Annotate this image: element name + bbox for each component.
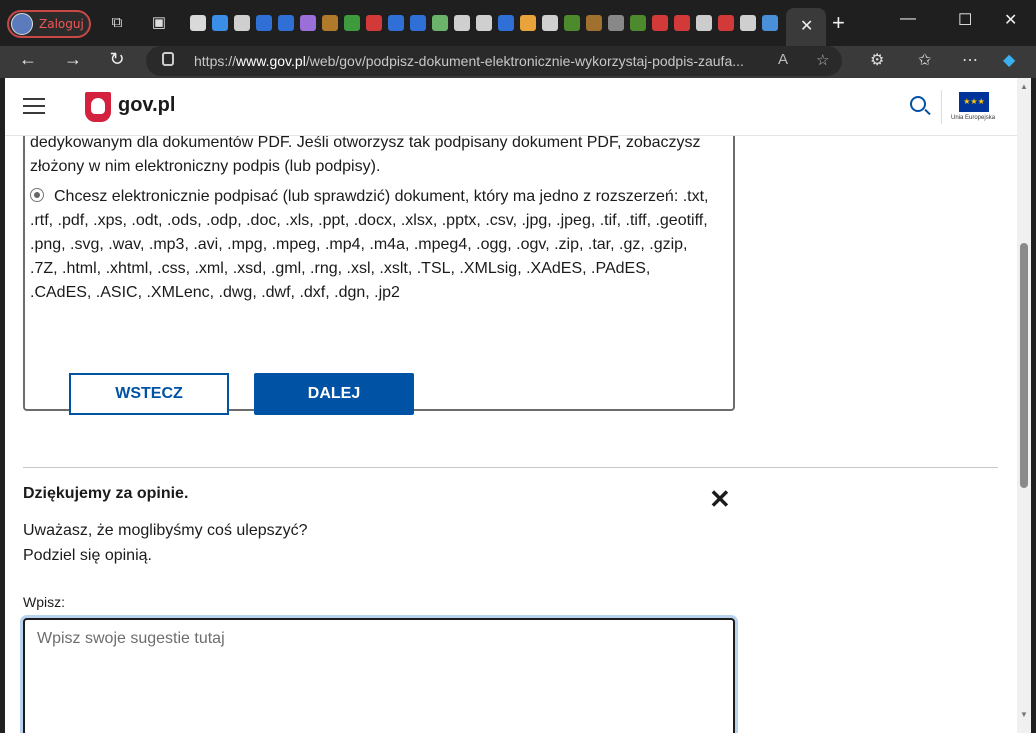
tab-favicon-icon[interactable] [740, 15, 756, 31]
close-window-icon[interactable]: ✕ [1004, 10, 1017, 30]
tab-favicon-icon[interactable] [718, 15, 734, 31]
address-bar[interactable]: https://www.gov.pl/web/gov/podpisz-dokum… [146, 46, 842, 76]
site-header: gov.pl ★★★ Unia Europejska [5, 78, 1017, 136]
tab-favicon-icon[interactable] [476, 15, 492, 31]
tab-favicon-icon[interactable] [608, 15, 624, 31]
favorite-star-icon[interactable]: ☆ [816, 51, 829, 69]
radio-button[interactable] [30, 188, 44, 202]
close-icon[interactable]: ✕ [709, 486, 731, 512]
avatar [11, 13, 33, 35]
tab-favicon-icon[interactable] [410, 15, 426, 31]
eu-label: Unia Europejska [951, 115, 996, 121]
tab-favicon-icon[interactable] [652, 15, 668, 31]
tab-favicon-icon[interactable] [542, 15, 558, 31]
copilot-icon[interactable]: ◆ [1003, 50, 1015, 70]
tab-favicon-icon[interactable] [344, 15, 360, 31]
radio-option-label: Chcesz elektronicznie podpisać (lub spra… [30, 188, 709, 301]
more-menu-icon[interactable]: ⋯ [962, 50, 978, 70]
extensions-icon[interactable]: ⚙ [870, 50, 884, 70]
browser-toolbar: ← → ↻ https://www.gov.pl/web/gov/podpisz… [0, 46, 1036, 78]
tab-favicon-icon[interactable] [762, 15, 778, 31]
lock-icon[interactable] [162, 52, 174, 66]
profile-button[interactable]: Zaloguj [7, 10, 91, 38]
feedback-textarea[interactable] [23, 618, 735, 733]
maximize-icon[interactable]: ☐ [958, 10, 972, 30]
forward-arrow-icon[interactable]: → [61, 49, 85, 70]
back-arrow-icon[interactable]: ← [16, 49, 40, 70]
tab-favicon-icon[interactable] [520, 15, 536, 31]
tab-favicon-icon[interactable] [322, 15, 338, 31]
section-divider [23, 467, 998, 468]
tab-favicon-icon[interactable] [630, 15, 646, 31]
minimize-icon[interactable]: — [900, 10, 916, 28]
hamburger-menu-icon[interactable] [23, 98, 45, 114]
tab-favicon-icon[interactable] [454, 15, 470, 31]
gov-eagle-logo[interactable] [85, 92, 111, 122]
page-scrollbar[interactable]: ▲ ▼ [1017, 78, 1031, 733]
feedback-question: Uważasz, że moglibyśmy coś ulepszyć? Pod… [23, 518, 308, 568]
browser-title-bar: Zaloguj ⧉ ▣ ✕ + — ☐ ✕ [0, 0, 1036, 46]
next-button[interactable]: DALEJ [254, 373, 414, 415]
site-brand[interactable]: gov.pl [118, 94, 175, 117]
tab-favicon-icon[interactable] [256, 15, 272, 31]
tab-favicon-icon[interactable] [190, 15, 206, 31]
close-tab-icon[interactable]: ✕ [800, 16, 813, 36]
feedback-input-label: Wpisz: [23, 594, 65, 610]
feedback-question-line: Podziel się opinią. [23, 547, 152, 564]
tab-favicon-icon[interactable] [696, 15, 712, 31]
tab-favicon-icon[interactable] [586, 15, 602, 31]
eu-flag-icon: ★★★ [959, 92, 989, 112]
tab-favicon-icon[interactable] [564, 15, 580, 31]
favorites-icon[interactable]: ✩ [918, 50, 931, 70]
read-aloud-icon[interactable]: A [778, 51, 788, 68]
tab-favicon-icon[interactable] [498, 15, 514, 31]
search-icon[interactable] [910, 96, 926, 112]
tab-favicon-icon[interactable] [366, 15, 382, 31]
refresh-icon[interactable]: ↻ [105, 49, 129, 70]
scroll-down-icon[interactable]: ▼ [1020, 710, 1028, 719]
tab-favicon-icon[interactable] [212, 15, 228, 31]
new-tab-button[interactable]: + [832, 10, 845, 36]
option-description: dedykowanym dla dokumentów PDF. Jeśli ot… [30, 134, 701, 175]
window-edge [1031, 78, 1036, 733]
feedback-question-line: Uważasz, że moglibyśmy coś ulepszyć? [23, 522, 308, 539]
header-divider [941, 90, 942, 124]
active-tab[interactable]: ✕ [786, 8, 826, 46]
scrollbar-thumb[interactable] [1020, 243, 1028, 488]
workspaces-icon[interactable]: ⧉ [108, 14, 126, 32]
feedback-title: Dziękujemy za opinie. [23, 485, 189, 502]
tab-favicon-icon[interactable] [300, 15, 316, 31]
tab-strip [190, 12, 778, 34]
page-viewport: gov.pl ★★★ Unia Europejska WSTECZ DALEJ … [5, 78, 1017, 733]
tab-favicon-icon[interactable] [432, 15, 448, 31]
scroll-up-icon[interactable]: ▲ [1020, 82, 1028, 91]
tab-favicon-icon[interactable] [278, 15, 294, 31]
tab-actions-icon[interactable]: ▣ [150, 14, 168, 32]
tab-favicon-icon[interactable] [388, 15, 404, 31]
tab-favicon-icon[interactable] [234, 15, 250, 31]
tab-favicon-icon[interactable] [674, 15, 690, 31]
profile-label: Zaloguj [39, 17, 84, 31]
back-button[interactable]: WSTECZ [69, 373, 229, 415]
file-type-option[interactable]: Chcesz elektronicznie podpisać (lub spra… [30, 185, 710, 305]
url-text[interactable]: https://www.gov.pl/web/gov/podpisz-dokum… [194, 53, 744, 69]
